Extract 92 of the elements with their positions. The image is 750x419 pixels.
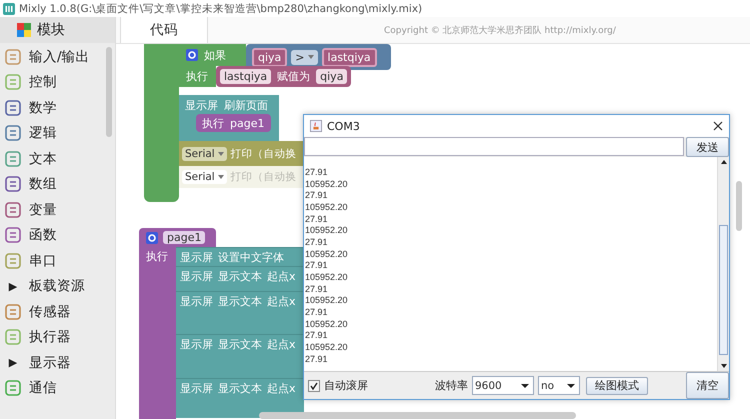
category-item[interactable]: 数学	[0, 95, 115, 120]
output-line: 105952.20	[305, 248, 349, 260]
dropdown-arrow-icon	[308, 55, 314, 59]
category-item[interactable]: ▶ 板载资源	[0, 274, 115, 299]
autoscroll-label: 自动滚屏	[324, 378, 368, 393]
assign-block[interactable]: lastqiya 赋值为 qiya	[216, 66, 352, 87]
expand-arrow: ▶	[8, 356, 18, 370]
output-line: 105952.20	[305, 318, 349, 330]
plot-mode-button[interactable]: 绘图模式	[586, 376, 648, 394]
action-label: 显示文本	[218, 337, 262, 352]
output-line: 105952.20	[305, 202, 349, 214]
gear-icon[interactable]	[186, 49, 198, 61]
argument-label: 起点x	[267, 269, 296, 284]
output-line: 27.91	[305, 190, 329, 202]
output-line: 105952.20	[305, 178, 349, 190]
category-item[interactable]: 传感器	[0, 299, 115, 324]
device-label: 显示屏	[185, 98, 218, 113]
device-label: 显示屏	[180, 337, 213, 352]
clear-button[interactable]: 清空	[686, 372, 729, 399]
procedure-block[interactable]: page1	[139, 228, 216, 247]
app-logo-icon	[3, 2, 15, 14]
output-line: 105952.20	[305, 342, 349, 354]
action-label: 刷新页面	[224, 98, 268, 113]
send-input-field[interactable]	[304, 137, 684, 156]
action-label: 显示文本	[218, 294, 262, 309]
output-line: 27.91	[305, 354, 329, 366]
action-label: 显示文本	[218, 381, 262, 396]
output-line: 105952.20	[305, 295, 349, 307]
expand-arrow: ▶	[8, 280, 18, 293]
procedure-name: page1	[230, 116, 264, 130]
category-item[interactable]: 串口	[0, 248, 115, 274]
puzzle-icon	[16, 22, 32, 38]
output-line: 27.91	[305, 167, 329, 179]
window-title: Mixly 1.0.8(G:\桌面文件\写文章\掌控未来智造营\bmp280\zhangkong\mixly.mix)	[19, 2, 422, 16]
scrollbar[interactable]	[736, 181, 742, 231]
action-label: 设置中文字体	[218, 250, 284, 265]
variable-field: lastqiya	[220, 69, 272, 84]
output-line: 27.91	[305, 214, 329, 226]
output-line: 27.91	[305, 306, 329, 319]
baud-rate-dropdown[interactable]: 9600	[472, 376, 534, 395]
device-label: 显示屏	[180, 269, 213, 284]
category-item[interactable]: 控制	[0, 70, 115, 95]
gear-icon[interactable]	[146, 232, 158, 244]
do-label: 执行	[146, 249, 168, 264]
if-keyword: 如果	[204, 48, 226, 62]
baud-rate-label: 波特率	[435, 378, 468, 393]
scrollbar[interactable]	[717, 157, 729, 371]
device-label: 显示屏	[180, 381, 213, 396]
scroll-down-icon[interactable]	[720, 363, 728, 369]
cup-icon	[310, 120, 322, 132]
argument-label: 起点x	[267, 337, 296, 352]
copyright-text: Copyright © 北京师范大学米思齐团队 http://mixly.org/	[384, 24, 616, 36]
do-label: 执行	[186, 69, 208, 84]
variable-field: qiya	[252, 48, 288, 66]
serial-print-block[interactable]: Serial 打印（自动换	[179, 141, 304, 166]
assign-label: 赋值为	[277, 69, 310, 84]
category-item[interactable]: 数组	[0, 172, 115, 197]
category-item[interactable]: 输入/输出	[0, 44, 115, 70]
scrollbar[interactable]	[106, 47, 112, 137]
output-line: 105952.20	[305, 225, 349, 237]
device-label: 显示屏	[180, 294, 213, 309]
output-line: 27.91	[305, 236, 329, 249]
category-item[interactable]: 文本	[0, 146, 115, 172]
window-title: COM3	[327, 120, 360, 132]
sidebar-header-label: 模块	[37, 21, 65, 39]
parity-dropdown[interactable]: no	[538, 376, 580, 395]
procedure-name-field[interactable]: page1	[163, 231, 206, 244]
code-tab[interactable]: 代码	[120, 17, 208, 43]
category-item[interactable]: 通信	[0, 376, 115, 401]
argument-label: 起点x	[267, 381, 296, 396]
output-line: 105952.20	[305, 272, 349, 284]
call-block[interactable]: 执行 page1	[196, 114, 271, 132]
category-item[interactable]: ▶ 显示器	[0, 350, 115, 376]
category-item[interactable]: 执行器	[0, 324, 115, 350]
variable-field: lastqiya	[322, 48, 377, 66]
argument-label: 起点x	[267, 294, 296, 309]
close-icon[interactable]	[713, 121, 723, 131]
scroll-up-icon[interactable]	[720, 159, 728, 165]
scrollbar[interactable]	[259, 412, 576, 419]
action-label: 显示文本	[218, 269, 262, 284]
category-item[interactable]: 函数	[0, 222, 115, 248]
variable-field: qiya	[316, 69, 348, 84]
output-line: 27.91	[305, 260, 329, 272]
category-item[interactable]: 逻辑	[0, 120, 115, 146]
call-label: 执行	[202, 116, 224, 130]
autoscroll-checkbox[interactable]	[308, 380, 320, 392]
category-item[interactable]: 变量	[0, 197, 115, 222]
device-label: 显示屏	[180, 250, 213, 265]
operator-dropdown[interactable]: >	[291, 50, 318, 64]
output-line: 27.91	[305, 330, 329, 342]
send-button[interactable]: 发送	[686, 137, 729, 157]
output-line: 27.91	[305, 284, 329, 296]
